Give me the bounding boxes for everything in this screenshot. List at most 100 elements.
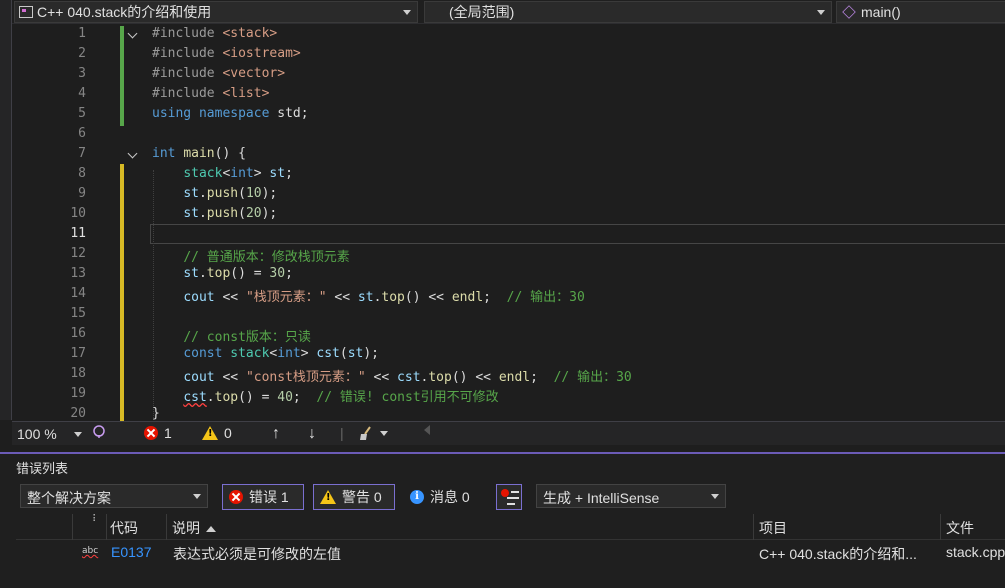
- solution-scope-dropdown[interactable]: 整个解决方案: [20, 484, 208, 508]
- line-number: 6: [78, 126, 86, 141]
- build-intellisense-dropdown[interactable]: 生成 + IntelliSense: [536, 484, 726, 508]
- column-header-project[interactable]: 项目: [759, 518, 787, 538]
- code-line[interactable]: #include <list>: [152, 86, 269, 101]
- error-description: 表达式必须是可修改的左值: [173, 546, 341, 562]
- warning-icon: [202, 426, 218, 440]
- code-line[interactable]: }: [152, 406, 160, 421]
- member-label: main(): [861, 4, 901, 20]
- line-number: 15: [70, 306, 86, 321]
- column-chooser-icon[interactable]: ⠇: [92, 514, 99, 525]
- unsaved-change-bar: [120, 164, 124, 421]
- error-code-link[interactable]: E0137: [111, 544, 151, 560]
- code-line[interactable]: using namespace std;: [152, 106, 309, 121]
- arrow-up-icon: ↑: [272, 425, 280, 442]
- line-number: 11: [70, 226, 86, 241]
- table-header: ⠇ 代码 说明 项目 文件: [16, 514, 1005, 540]
- zoom-dropdown[interactable]: 100 %: [14, 425, 86, 443]
- project-name: C++ 040.stack的介绍和使用: [37, 4, 212, 20]
- scope-label: (全局范围): [449, 4, 515, 20]
- error-file: stack.cpp: [946, 544, 1005, 560]
- errors-filter-button[interactable]: 错误 1: [222, 484, 304, 510]
- line-number: 5: [78, 106, 86, 121]
- arrow-down-icon: ↓: [308, 425, 316, 442]
- sort-ascending-icon: [206, 526, 216, 533]
- error-icon: [229, 490, 243, 504]
- messages-filter-label: 消息 0: [430, 489, 470, 505]
- saved-change-bar: [120, 26, 124, 126]
- filter-settings-button[interactable]: [496, 484, 522, 510]
- column-header-file[interactable]: 文件: [946, 518, 974, 538]
- line-number: 12: [70, 246, 86, 261]
- code-line[interactable]: st.push(10);: [152, 186, 277, 201]
- errors-filter-label: 错误 1: [249, 489, 289, 505]
- previous-issue-button[interactable]: ↑: [272, 425, 280, 443]
- line-number: 2: [78, 46, 86, 61]
- code-line[interactable]: stack<int> st;: [152, 166, 293, 181]
- line-number: 13: [70, 266, 86, 281]
- error-filter-icon: [501, 489, 509, 497]
- error-project: C++ 040.stack的介绍和...: [759, 546, 917, 562]
- chevron-down-icon: [817, 10, 825, 15]
- member-dropdown[interactable]: main(): [836, 1, 1005, 23]
- current-line-highlight: [150, 224, 1005, 244]
- code-line[interactable]: cst.top() = 40; // 错误! const引用不可修改: [152, 386, 498, 405]
- info-icon: i: [410, 490, 424, 504]
- code-line[interactable]: int main() {: [152, 146, 246, 161]
- warning-count[interactable]: 0: [202, 425, 232, 441]
- scope-dropdown[interactable]: (全局范围): [424, 1, 832, 23]
- code-line[interactable]: st.push(20);: [152, 206, 277, 221]
- project-dropdown[interactable]: C++ 040.stack的介绍和使用: [14, 1, 418, 23]
- code-line[interactable]: #include <vector>: [152, 66, 285, 81]
- fold-chevron-icon[interactable]: [128, 150, 138, 160]
- warning-icon: [320, 490, 336, 504]
- editor-side-strip: [0, 0, 12, 420]
- line-number: 14: [70, 286, 86, 301]
- error-count-value: 1: [164, 425, 172, 441]
- next-issue-button[interactable]: ↓: [308, 425, 316, 443]
- warnings-filter-button[interactable]: 警告 0: [313, 484, 395, 510]
- code-line[interactable]: cout << "const栈顶元素：" << cst.top() << end…: [152, 366, 631, 385]
- code-line[interactable]: // 普通版本：修改栈顶元素: [152, 246, 349, 265]
- line-number: 1: [78, 26, 86, 41]
- code-cleanup-button[interactable]: [358, 425, 388, 441]
- intellisense-error-icon: abc: [82, 546, 99, 556]
- line-number: 17: [70, 346, 86, 361]
- editor-status-bar: 100 % 1 0 ↑ ↓ |: [12, 421, 1005, 445]
- panel-title: 错误列表: [16, 461, 69, 476]
- chevron-down-icon: [193, 494, 201, 499]
- chevron-down-icon: [711, 494, 719, 499]
- chevron-down-icon: [380, 430, 388, 436]
- error-count[interactable]: 1: [144, 425, 172, 441]
- table-row[interactable]: abc E0137 表达式必须是可修改的左值 C++ 040.stack的介绍和…: [16, 540, 1005, 566]
- caret-left-icon: [424, 425, 430, 435]
- separator: |: [340, 425, 344, 441]
- fold-chevron-icon[interactable]: [128, 30, 138, 40]
- code-line[interactable]: const stack<int> cst(st);: [152, 346, 379, 361]
- error-list-panel: 错误列表 整个解决方案 错误 1 警告 0 i 消息 0 生成 + Intell…: [0, 454, 1005, 588]
- line-number: 8: [78, 166, 86, 181]
- line-number: 3: [78, 66, 86, 81]
- line-number: 10: [70, 206, 86, 221]
- code-line[interactable]: #include <iostream>: [152, 46, 301, 61]
- scroll-left-button[interactable]: [424, 425, 430, 435]
- code-editor[interactable]: 1 #include <stack> 2 #include <iostream> 3 #i…: [12, 24, 1005, 421]
- column-header-code[interactable]: 代码: [110, 518, 138, 538]
- code-line[interactable]: st.top() = 30;: [152, 266, 293, 281]
- line-number: 19: [70, 386, 86, 401]
- build-filter-value: 生成 + IntelliSense: [543, 490, 660, 506]
- line-number: 20: [70, 406, 86, 421]
- messages-filter-button[interactable]: i 消息 0: [403, 484, 489, 510]
- warnings-filter-label: 警告 0: [342, 489, 382, 505]
- code-line[interactable]: cout << "栈顶元素：" << st.top() << endl; // …: [152, 286, 584, 305]
- zoom-value: 100 %: [17, 426, 57, 442]
- line-number: 4: [78, 86, 86, 101]
- code-line[interactable]: #include <stack>: [152, 26, 277, 41]
- line-number: 7: [78, 146, 86, 161]
- column-header-description[interactable]: 说明: [172, 518, 216, 538]
- brain-icon-button[interactable]: [92, 425, 106, 439]
- navigation-bar: C++ 040.stack的介绍和使用 (全局范围) main(): [0, 0, 1005, 24]
- chevron-down-icon: [74, 432, 82, 437]
- function-icon: [842, 5, 856, 19]
- code-line[interactable]: // const版本：只读: [152, 326, 311, 345]
- intellicode-icon: [93, 425, 105, 438]
